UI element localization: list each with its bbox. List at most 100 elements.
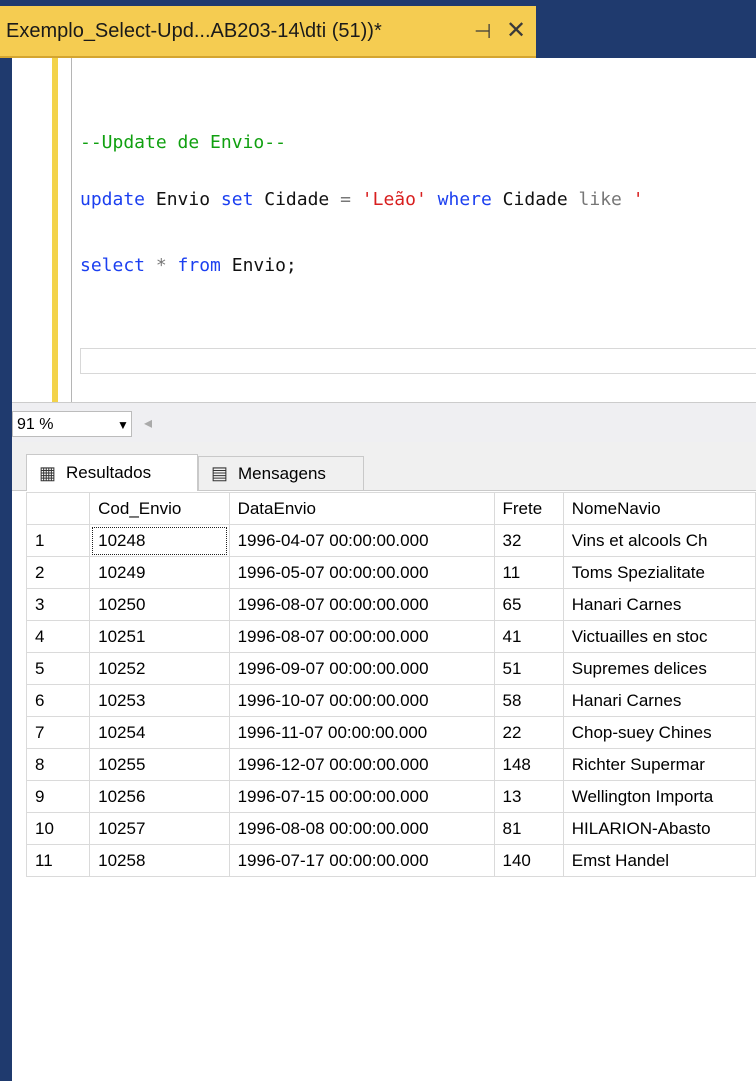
- table-row[interactable]: 3 10250 1996-08-07 00:00:00.000 65 Hanari Ca…: [25, 588, 756, 621]
- frete-cell[interactable]: 13: [493, 780, 564, 813]
- nome-navio-cell[interactable]: Hanari Carnes: [562, 684, 756, 717]
- frete-cell[interactable]: 148: [493, 748, 564, 781]
- cod-envio-cell[interactable]: 10248: [89, 524, 230, 557]
- table-row[interactable]: 2 10249 1996-05-07 00:00:00.000 11 Toms Spez…: [25, 556, 756, 589]
- keyword-update: update: [80, 189, 146, 210]
- nome-navio-cell[interactable]: Richter Supermar: [562, 748, 756, 781]
- code-line-select[interactable]: select * from Envio;: [80, 255, 297, 276]
- row-number[interactable]: 11: [25, 844, 91, 877]
- column-header-data-envio[interactable]: DataEnvio: [228, 492, 495, 525]
- close-icon[interactable]: ✕: [506, 16, 526, 45]
- data-envio-cell[interactable]: 1996-11-07 00:00:00.000: [228, 716, 495, 749]
- cod-envio-cell[interactable]: 10255: [89, 748, 230, 781]
- data-envio-cell[interactable]: 1996-12-07 00:00:00.000: [228, 748, 495, 781]
- scroll-left-icon[interactable]: ◂: [144, 413, 152, 433]
- table-row[interactable]: 4 10251 1996-08-07 00:00:00.000 41 Victuaill…: [25, 620, 756, 653]
- table-row[interactable]: 5 10252 1996-09-07 00:00:00.000 51 Supremes …: [25, 652, 756, 685]
- tab-label: Resultados: [66, 463, 152, 482]
- table-row[interactable]: 7 10254 1996-11-07 00:00:00.000 22 Chop-suey…: [25, 716, 756, 749]
- column-header-cod-envio[interactable]: Cod_Envio: [89, 492, 230, 525]
- cod-envio-cell[interactable]: 10250: [89, 588, 230, 621]
- tab-mensagens[interactable]: ▤ Mensagens: [198, 456, 364, 490]
- frete-cell[interactable]: 65: [493, 588, 564, 621]
- column-header-nome-navio[interactable]: NomeNavio: [562, 492, 756, 525]
- row-number[interactable]: 4: [25, 620, 91, 653]
- frete-cell[interactable]: 140: [493, 844, 564, 877]
- current-line-highlight[interactable]: [80, 348, 756, 374]
- results-pane: ▦ Resultados ▤ Mensagens Cod_Envio DataE…: [12, 442, 756, 1081]
- operator-star: *: [145, 255, 178, 276]
- results-tabs: ▦ Resultados ▤ Mensagens: [12, 442, 756, 491]
- row-number[interactable]: 1: [25, 524, 91, 557]
- frete-cell[interactable]: 22: [493, 716, 564, 749]
- cod-envio-cell[interactable]: 10256: [89, 780, 230, 813]
- frete-cell[interactable]: 41: [493, 620, 564, 653]
- data-envio-cell[interactable]: 1996-08-07 00:00:00.000: [228, 588, 495, 621]
- code-line-update[interactable]: update Envio set Cidade = 'Leão' where C…: [80, 189, 644, 210]
- row-number[interactable]: 9: [25, 780, 91, 813]
- row-number[interactable]: 5: [25, 652, 91, 685]
- change-tracking-bar: [52, 58, 58, 402]
- string-literal: 'Leão': [350, 189, 438, 210]
- zoom-bar: 91 % ▼ ◂: [12, 402, 756, 443]
- data-envio-cell[interactable]: 1996-10-07 00:00:00.000: [228, 684, 495, 717]
- string-literal: ': [621, 189, 644, 210]
- table-row[interactable]: 6 10253 1996-10-07 00:00:00.000 58 Hanari Ca…: [25, 684, 756, 717]
- operator-equals: =: [340, 189, 351, 210]
- table-row[interactable]: 10 10257 1996-08-08 00:00:00.000 81 HILARION…: [25, 812, 756, 845]
- nome-navio-cell[interactable]: Hanari Carnes: [562, 588, 756, 621]
- row-number[interactable]: 10: [25, 812, 91, 845]
- table-row[interactable]: 1 10248 1996-04-07 00:00:00.000 32 Vins et a…: [25, 524, 756, 557]
- nome-navio-cell[interactable]: HILARION-Abasto: [562, 812, 756, 845]
- frete-cell[interactable]: 51: [493, 652, 564, 685]
- row-number[interactable]: 7: [25, 716, 91, 749]
- query-editor[interactable]: --Update de Envio-- update Envio set Cid…: [0, 58, 756, 402]
- chevron-down-icon[interactable]: ▼: [117, 418, 129, 432]
- code-text: Cidade: [253, 189, 341, 210]
- cod-envio-cell[interactable]: 10253: [89, 684, 230, 717]
- document-tab[interactable]: Exemplo_Select-Upd...AB203-14\dti (51))*…: [0, 6, 536, 58]
- nome-navio-cell[interactable]: Emst Handel: [562, 844, 756, 877]
- data-envio-cell[interactable]: 1996-07-17 00:00:00.000: [228, 844, 495, 877]
- data-envio-cell[interactable]: 1996-08-07 00:00:00.000: [228, 620, 495, 653]
- nome-navio-cell[interactable]: Wellington Importa: [562, 780, 756, 813]
- cod-envio-cell[interactable]: 10258: [89, 844, 230, 877]
- data-envio-cell[interactable]: 1996-05-07 00:00:00.000: [228, 556, 495, 589]
- table-row[interactable]: 8 10255 1996-12-07 00:00:00.000 148 Richter …: [25, 748, 756, 781]
- nome-navio-cell[interactable]: Victuailles en stoc: [562, 620, 756, 653]
- row-number[interactable]: 2: [25, 556, 91, 589]
- row-number[interactable]: 3: [25, 588, 91, 621]
- frete-cell[interactable]: 32: [493, 524, 564, 557]
- code-line-comment[interactable]: --Update de Envio--: [80, 132, 286, 153]
- zoom-dropdown[interactable]: 91 % ▼: [12, 411, 132, 437]
- pin-icon[interactable]: ⊣: [474, 19, 491, 44]
- data-envio-cell[interactable]: 1996-09-07 00:00:00.000: [228, 652, 495, 685]
- nome-navio-cell[interactable]: Vins et alcools Ch: [562, 524, 756, 557]
- cod-envio-cell[interactable]: 10249: [89, 556, 230, 589]
- nome-navio-cell[interactable]: Chop-suey Chines: [562, 716, 756, 749]
- row-number[interactable]: 8: [25, 748, 91, 781]
- grid-icon: ▦: [39, 462, 57, 483]
- table-row[interactable]: 9 10256 1996-07-15 00:00:00.000 13 Wellingto…: [25, 780, 756, 813]
- keyword-where: where: [437, 189, 492, 210]
- keyword-select: select: [80, 255, 146, 276]
- tab-resultados[interactable]: ▦ Resultados: [26, 454, 198, 491]
- data-envio-cell[interactable]: 1996-07-15 00:00:00.000: [228, 780, 495, 813]
- data-envio-cell[interactable]: 1996-08-08 00:00:00.000: [228, 812, 495, 845]
- frete-cell[interactable]: 81: [493, 812, 564, 845]
- cod-envio-cell[interactable]: 10257: [89, 812, 230, 845]
- nome-navio-cell[interactable]: Supremes delices: [562, 652, 756, 685]
- cod-envio-cell[interactable]: 10254: [89, 716, 230, 749]
- cod-envio-cell[interactable]: 10252: [89, 652, 230, 685]
- row-number[interactable]: 6: [25, 684, 91, 717]
- table-row[interactable]: 11 10258 1996-07-17 00:00:00.000 140 Emst Ha…: [25, 844, 756, 877]
- frete-cell[interactable]: 58: [493, 684, 564, 717]
- column-header-frete[interactable]: Frete: [493, 492, 564, 525]
- column-header-rownum[interactable]: [25, 492, 91, 525]
- cod-envio-cell[interactable]: 10251: [89, 620, 230, 653]
- results-grid[interactable]: Cod_Envio DataEnvio Frete NomeNavio 1 102…: [25, 492, 756, 877]
- document-tab-title: Exemplo_Select-Upd...AB203-14\dti (51))*: [6, 20, 382, 42]
- nome-navio-cell[interactable]: Toms Spezialitate: [562, 556, 756, 589]
- data-envio-cell[interactable]: 1996-04-07 00:00:00.000: [228, 524, 495, 557]
- frete-cell[interactable]: 11: [493, 556, 564, 589]
